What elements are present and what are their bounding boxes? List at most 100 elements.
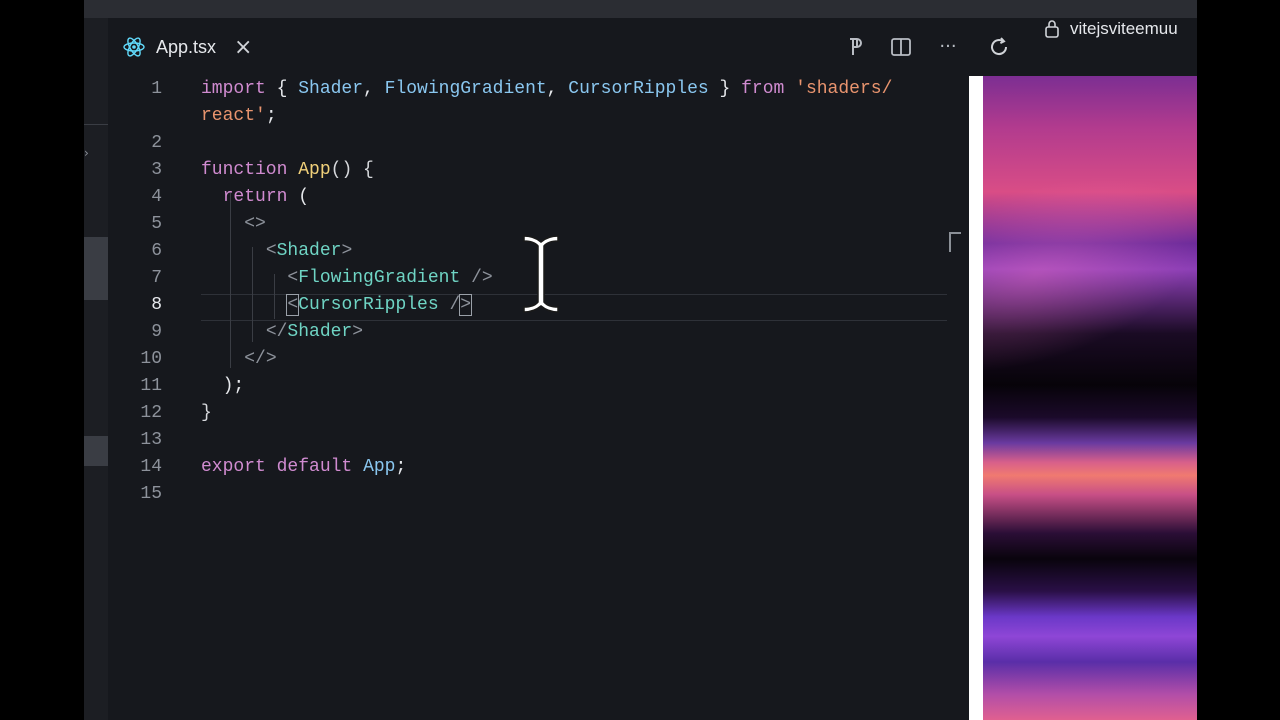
- code-text: import { Shader, FlowingGradient, Cursor…: [201, 76, 892, 103]
- rail-divider: [84, 124, 108, 125]
- code-token: CursorRipples: [298, 295, 439, 315]
- line-number: 10: [140, 349, 162, 369]
- line-number: 12: [140, 403, 162, 423]
- code-token: ;: [395, 457, 407, 477]
- split-editor-icon[interactable]: [890, 36, 912, 58]
- code-line[interactable]: 14 export default App;: [108, 454, 947, 481]
- line-number: 6: [151, 241, 162, 261]
- code-line[interactable]: 3 function App() {: [108, 157, 947, 184]
- screen-edge: [1197, 0, 1280, 720]
- code-line[interactable]: 11 );: [108, 373, 947, 400]
- code-token: />: [460, 268, 493, 288]
- chevron-right-icon[interactable]: ›: [84, 146, 89, 160]
- code-token: /: [438, 295, 461, 315]
- code-line[interactable]: 10 </>: [108, 346, 947, 373]
- close-icon[interactable]: ×: [234, 35, 252, 60]
- code-token: default: [276, 457, 353, 477]
- preview-border: [969, 76, 983, 720]
- code-text: export default App;: [201, 454, 406, 481]
- code-token: () {: [330, 160, 374, 180]
- tab-title: App.tsx: [156, 36, 217, 57]
- code-token: export: [201, 457, 266, 477]
- code-text: }: [201, 400, 212, 427]
- code-token: FlowingGradient: [298, 268, 461, 288]
- line-number: 7: [151, 268, 162, 288]
- line-number: 8: [151, 295, 162, 315]
- code-token: >: [352, 322, 364, 342]
- rail-highlight[interactable]: [84, 237, 108, 300]
- line-number: 4: [151, 187, 162, 207]
- code-text: <Shader>: [201, 238, 352, 265]
- address-text: vitejsviteemuu: [1070, 19, 1178, 38]
- more-icon[interactable]: ···: [934, 36, 962, 58]
- code-line[interactable]: 2: [108, 130, 947, 157]
- code-token: </: [265, 322, 288, 342]
- code-token: ,: [546, 79, 569, 99]
- code-token: return: [222, 187, 288, 207]
- shader-preview[interactable]: [983, 76, 1197, 720]
- code-line[interactable]: 1 import { Shader, FlowingGradient, Curso…: [108, 76, 947, 103]
- editor-scrollbar[interactable]: [947, 76, 969, 720]
- code-text: return (: [201, 184, 309, 211]
- code-token: 'shaders/: [795, 79, 893, 99]
- code-token: function: [201, 160, 288, 180]
- line-number: 9: [151, 322, 162, 342]
- line-number: 5: [151, 214, 162, 234]
- line-number: 11: [140, 376, 162, 396]
- lock-icon: [1045, 20, 1059, 38]
- code-token: CursorRipples: [568, 79, 709, 99]
- code-area[interactable]: 1 import { Shader, FlowingGradient, Curso…: [108, 76, 1059, 720]
- code-token: Shader: [287, 322, 353, 342]
- code-line[interactable]: 15: [108, 481, 947, 508]
- code-token: </>: [244, 349, 277, 369]
- code-token: );: [201, 376, 245, 396]
- code-text: <CursorRipples />: [201, 292, 473, 319]
- code-token: react': [201, 106, 266, 126]
- code-token: <>: [244, 214, 266, 234]
- scrollbar-thumb[interactable]: [949, 232, 961, 252]
- code-token: >: [341, 241, 353, 261]
- code-line[interactable]: 12}: [108, 400, 947, 427]
- code-token: {: [265, 79, 299, 99]
- code-token: FlowingGradient: [384, 79, 547, 99]
- code-text: react';: [201, 103, 277, 130]
- code-text: </>: [201, 346, 277, 373]
- line-number: 14: [140, 457, 162, 477]
- code-token: }: [708, 79, 742, 99]
- code-token: <: [286, 294, 300, 316]
- tab-app-tsx[interactable]: App.tsx ×: [122, 18, 252, 76]
- code-token: Shader: [276, 241, 342, 261]
- line-number: 3: [151, 160, 162, 180]
- code-line[interactable]: 4 return (: [108, 184, 947, 211]
- code-text: function App() {: [201, 157, 374, 184]
- code-token: (: [287, 187, 310, 207]
- code-token: <: [265, 241, 277, 261]
- refresh-icon[interactable]: [986, 34, 1012, 60]
- address-bar[interactable]: vitejsviteemuu: [1030, 0, 1197, 58]
- text-cursor-icon: [523, 235, 559, 313]
- code-line[interactable]: 9 </Shader>: [108, 319, 947, 346]
- paragraph-icon[interactable]: [844, 36, 866, 58]
- code-text: );: [201, 373, 245, 400]
- code-text: <>: [201, 211, 266, 238]
- code-token: <: [287, 268, 299, 288]
- code-token: ;: [265, 106, 277, 126]
- line-number: 15: [140, 484, 162, 504]
- code-line[interactable]: react';: [108, 103, 947, 130]
- code-text: </Shader>: [201, 319, 363, 346]
- code-line[interactable]: 13: [108, 427, 947, 454]
- code-token: Shader: [298, 79, 364, 99]
- code-token: >: [459, 294, 473, 316]
- code-token: App: [298, 160, 331, 180]
- rail-highlight[interactable]: [84, 436, 108, 466]
- code-token: App: [363, 457, 396, 477]
